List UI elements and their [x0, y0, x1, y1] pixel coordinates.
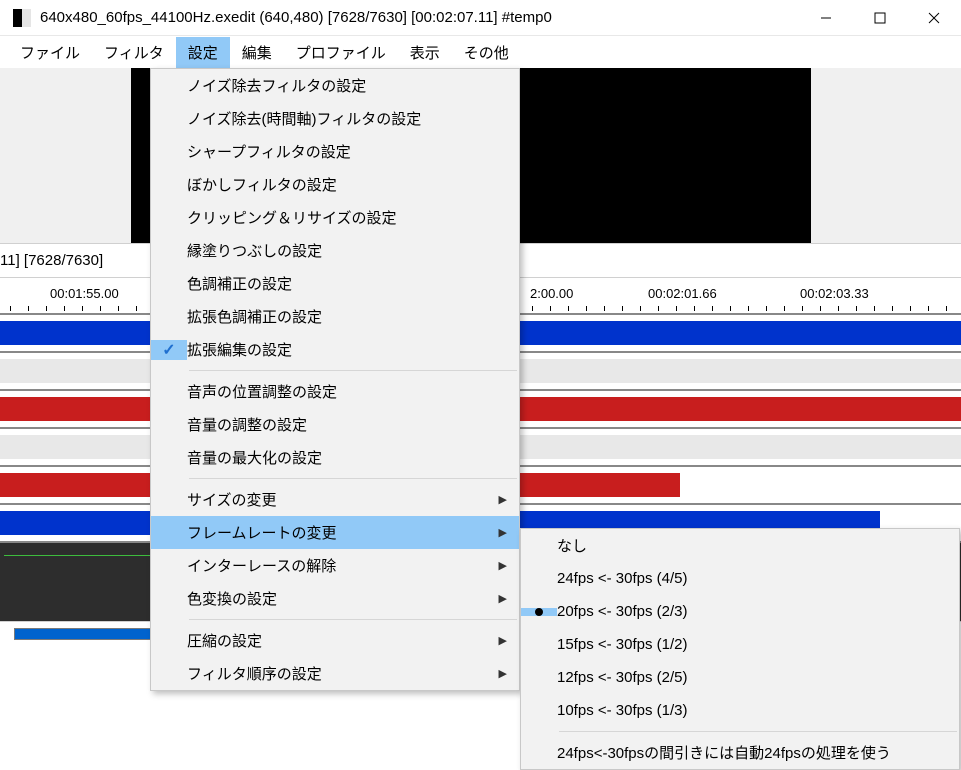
framerate-menu-item[interactable]: なし	[521, 529, 959, 562]
submenu-arrow-icon: ▶	[499, 634, 507, 647]
menu-item-label: 色変換の設定	[187, 588, 519, 609]
framerate-submenu: なし 24fps <- 30fps (4/5) 20fps <- 30fps (2/…	[520, 528, 960, 770]
menu-separator	[189, 478, 517, 479]
menu-item-label: 12fps <- 30fps (2/5)	[557, 669, 959, 686]
menu-item-label: サイズの変更	[187, 489, 519, 510]
menubar-item[interactable]: 設定	[176, 37, 230, 68]
settings-menu-item[interactable]: フィルタ順序の設定▶	[151, 657, 519, 690]
settings-menu-item[interactable]: フレームレートの変更▶	[151, 516, 519, 549]
settings-menu-item[interactable]: 縁塗りつぶしの設定	[151, 234, 519, 267]
window-title: 640x480_60fps_44100Hz.exedit (640,480) […	[40, 9, 799, 26]
menu-item-label: ノイズ除去(時間軸)フィルタの設定	[187, 108, 519, 129]
menu-item-label: クリッピング＆リサイズの設定	[187, 207, 519, 228]
menu-item-label: フレームレートの変更	[187, 522, 519, 543]
time-label: 00:02:01.66	[648, 286, 717, 301]
menubar-item[interactable]: 表示	[398, 37, 452, 68]
settings-menu-item[interactable]: ノイズ除去(時間軸)フィルタの設定	[151, 102, 519, 135]
radio-dot-icon	[535, 608, 543, 616]
menu-item-label: 24fps <- 30fps (4/5)	[557, 570, 959, 587]
submenu-arrow-icon: ▶	[499, 493, 507, 506]
framerate-menu-item[interactable]: 10fps <- 30fps (1/3)	[521, 694, 959, 727]
settings-menu-item[interactable]: サイズの変更▶	[151, 483, 519, 516]
framerate-menu-item[interactable]: 20fps <- 30fps (2/3)	[521, 595, 959, 628]
menubar-item[interactable]: フィルタ	[92, 37, 176, 68]
minimize-button[interactable]	[799, 0, 853, 36]
settings-menu-item[interactable]: ノイズ除去フィルタの設定	[151, 69, 519, 102]
submenu-arrow-icon: ▶	[499, 592, 507, 605]
settings-menu-item[interactable]: 圧縮の設定▶	[151, 624, 519, 657]
menu-item-label: ノイズ除去フィルタの設定	[187, 75, 519, 96]
secondary-title-text: 11] [7628/7630]	[0, 252, 103, 269]
framerate-menu-item[interactable]: 15fps <- 30fps (1/2)	[521, 628, 959, 661]
time-label: 00:01:55.00	[50, 286, 119, 301]
settings-menu-item[interactable]: ✓ 拡張編集の設定	[151, 333, 519, 366]
time-label: 00:02:03.33	[800, 286, 869, 301]
settings-menu-item[interactable]: 音量の調整の設定	[151, 408, 519, 441]
settings-menu-item[interactable]: ぼかしフィルタの設定	[151, 168, 519, 201]
time-label: 2:00.00	[530, 286, 573, 301]
framerate-menu-item[interactable]: 24fps <- 30fps (4/5)	[521, 562, 959, 595]
settings-menu-item[interactable]: クリッピング＆リサイズの設定	[151, 201, 519, 234]
settings-menu-item[interactable]: インターレースの解除▶	[151, 549, 519, 582]
menu-item-label: 色調補正の設定	[187, 273, 519, 294]
menu-item-label: シャープフィルタの設定	[187, 141, 519, 162]
menu-separator	[189, 619, 517, 620]
app-icon	[12, 8, 32, 28]
settings-menu-item[interactable]: 音声の位置調整の設定	[151, 375, 519, 408]
settings-menu-item[interactable]: 色変換の設定▶	[151, 582, 519, 615]
settings-menu-item[interactable]: 音量の最大化の設定	[151, 441, 519, 474]
menu-item-label: フィルタ順序の設定	[187, 663, 519, 684]
titlebar: 640x480_60fps_44100Hz.exedit (640,480) […	[0, 0, 961, 36]
menu-item-label: 15fps <- 30fps (1/2)	[557, 636, 959, 653]
menu-item-label: 10fps <- 30fps (1/3)	[557, 702, 959, 719]
menu-item-label: 拡張編集の設定	[187, 339, 519, 360]
close-button[interactable]	[907, 0, 961, 36]
menu-gutter: ✓	[151, 340, 187, 360]
submenu-arrow-icon: ▶	[499, 526, 507, 539]
menu-item-label: 20fps <- 30fps (2/3)	[557, 603, 959, 620]
submenu-arrow-icon: ▶	[499, 667, 507, 680]
menu-item-label: なし	[557, 535, 959, 556]
menu-separator	[189, 370, 517, 371]
menu-item-label: インターレースの解除	[187, 555, 519, 576]
menubar-item[interactable]: 編集	[230, 37, 284, 68]
menu-item-label: 24fps<-30fpsの間引きには自動24fpsの処理を使う	[557, 742, 959, 763]
menu-item-label: 音量の最大化の設定	[187, 447, 519, 468]
settings-menu: ノイズ除去フィルタの設定ノイズ除去(時間軸)フィルタの設定シャープフィルタの設定…	[150, 68, 520, 691]
settings-menu-item[interactable]: 拡張色調補正の設定	[151, 300, 519, 333]
menubar: ファイルフィルタ設定編集プロファイル表示その他	[0, 36, 961, 68]
menu-item-label: 拡張色調補正の設定	[187, 306, 519, 327]
menu-item-label: 音声の位置調整の設定	[187, 381, 519, 402]
maximize-button[interactable]	[853, 0, 907, 36]
framerate-menu-item[interactable]: 24fps<-30fpsの間引きには自動24fpsの処理を使う	[521, 736, 959, 769]
menu-item-label: 音量の調整の設定	[187, 414, 519, 435]
check-icon: ✓	[162, 340, 175, 360]
menu-separator	[559, 731, 957, 732]
framerate-menu-item[interactable]: 12fps <- 30fps (2/5)	[521, 661, 959, 694]
settings-menu-item[interactable]: シャープフィルタの設定	[151, 135, 519, 168]
menubar-item[interactable]: プロファイル	[284, 37, 398, 68]
menu-gutter	[521, 608, 557, 616]
settings-menu-item[interactable]: 色調補正の設定	[151, 267, 519, 300]
menu-item-label: 縁塗りつぶしの設定	[187, 240, 519, 261]
submenu-arrow-icon: ▶	[499, 559, 507, 572]
menubar-item[interactable]: ファイル	[8, 37, 92, 68]
menu-item-label: ぼかしフィルタの設定	[187, 174, 519, 195]
menubar-item[interactable]: その他	[452, 37, 521, 68]
menu-item-label: 圧縮の設定	[187, 630, 519, 651]
